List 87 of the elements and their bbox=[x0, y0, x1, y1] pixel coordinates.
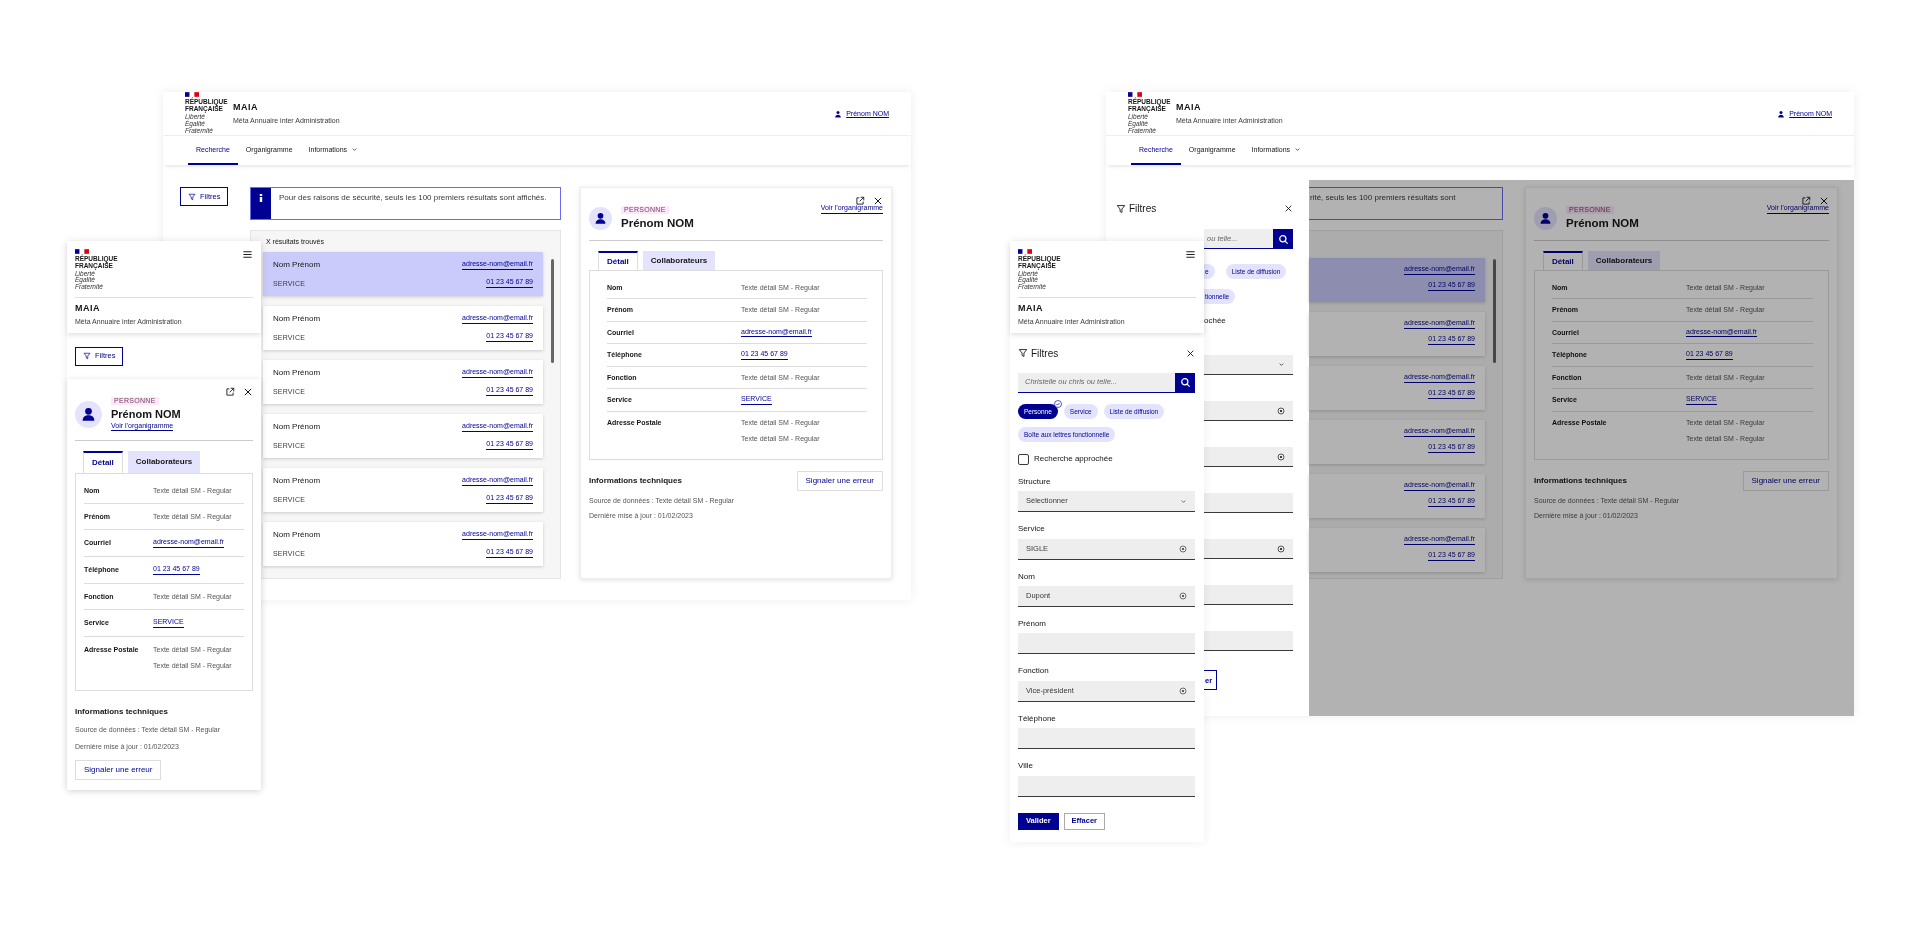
close-icon[interactable] bbox=[1186, 348, 1195, 358]
search-button[interactable] bbox=[1175, 372, 1195, 393]
search-button[interactable] bbox=[1273, 229, 1293, 249]
clear-icon[interactable] bbox=[1277, 406, 1285, 415]
user-icon bbox=[1777, 109, 1786, 118]
checkbox[interactable] bbox=[1018, 453, 1029, 465]
close-icon[interactable] bbox=[873, 196, 883, 206]
section-title: Informations techniques bbox=[1534, 476, 1627, 487]
chevron-icon bbox=[1278, 361, 1285, 369]
scrollbar[interactable] bbox=[551, 259, 554, 363]
external-link-icon[interactable] bbox=[225, 386, 235, 397]
section-title: Informations techniques bbox=[75, 707, 169, 718]
chevron-icon bbox=[1180, 497, 1187, 505]
info-banner: rité, seuls les 100 premiers résultats sont bbox=[1309, 187, 1503, 220]
tab[interactable]: Détail bbox=[1543, 251, 1583, 271]
clear-icon[interactable] bbox=[1179, 544, 1187, 553]
panel-title: Filtres bbox=[1031, 346, 1059, 360]
person-name: Prénom NOM bbox=[621, 216, 694, 232]
checkbox-label: Recherche approchée bbox=[1034, 454, 1113, 465]
drawer-title: Filtres bbox=[1129, 202, 1157, 215]
app-name: MAIA bbox=[233, 102, 259, 114]
app-name: MAIA bbox=[75, 303, 101, 315]
report-button[interactable]: Signaler une erreur bbox=[1742, 471, 1829, 492]
tab[interactable]: Collaborateurs bbox=[1587, 251, 1661, 271]
external-link-icon[interactable] bbox=[855, 196, 865, 206]
avatar bbox=[75, 400, 102, 428]
caret-icon bbox=[351, 146, 359, 153]
field-label: Fonction bbox=[1018, 666, 1050, 677]
tab[interactable]: Détail bbox=[598, 251, 638, 271]
person-name: Nom Prénom bbox=[273, 260, 322, 271]
flag-icon bbox=[75, 249, 89, 254]
clear-icon[interactable] bbox=[1179, 592, 1187, 600]
menu-icon[interactable] bbox=[242, 249, 253, 260]
tab[interactable]: Collaborateurs bbox=[127, 451, 201, 474]
input-field[interactable] bbox=[1204, 631, 1293, 652]
person-name: Nom Prénom bbox=[273, 314, 322, 325]
field-label: Structure bbox=[1018, 476, 1052, 488]
input-field[interactable] bbox=[1018, 775, 1195, 797]
section-title: Informations techniques bbox=[589, 476, 682, 487]
person-name: Nom Prénom bbox=[273, 476, 322, 487]
app-name: MAIA bbox=[1018, 303, 1044, 315]
field-label: Service bbox=[1018, 524, 1046, 535]
input-field[interactable] bbox=[1204, 401, 1293, 422]
close-icon[interactable] bbox=[1284, 204, 1293, 213]
field-label: Prénom bbox=[1018, 619, 1047, 630]
scrollbar[interactable] bbox=[1493, 259, 1496, 363]
menu-icon[interactable] bbox=[1185, 249, 1196, 260]
avatar bbox=[589, 207, 612, 231]
external-link-icon[interactable] bbox=[1801, 196, 1811, 206]
person-name: Prénom NOM bbox=[1566, 216, 1639, 232]
check-icon bbox=[1053, 399, 1062, 408]
caret-icon bbox=[1294, 146, 1302, 153]
search-icon bbox=[1179, 377, 1191, 389]
input-field[interactable] bbox=[1018, 633, 1195, 655]
input-field[interactable] bbox=[1204, 493, 1293, 514]
report-button[interactable]: Signaler une erreur bbox=[75, 759, 162, 780]
clear-icon[interactable] bbox=[1277, 544, 1285, 553]
tab[interactable]: Détail bbox=[83, 451, 123, 474]
input-field[interactable] bbox=[1204, 585, 1293, 606]
select-field[interactable] bbox=[1204, 355, 1293, 376]
flag-icon bbox=[1018, 249, 1032, 254]
input-field[interactable] bbox=[1204, 539, 1293, 560]
input-field[interactable] bbox=[1204, 447, 1293, 468]
close-icon[interactable] bbox=[1819, 196, 1829, 206]
person-name: Prénom NOM bbox=[111, 407, 181, 422]
person-name: Nom Prénom bbox=[273, 368, 322, 379]
tab[interactable]: Collaborateurs bbox=[642, 251, 716, 271]
app-name: MAIA bbox=[1176, 102, 1202, 114]
person-name: Nom Prénom bbox=[273, 530, 322, 541]
field-label: Nom bbox=[1018, 571, 1036, 582]
user-icon bbox=[834, 109, 843, 118]
report-button[interactable]: Signaler une erreur bbox=[796, 471, 883, 492]
filter-icon bbox=[1018, 348, 1028, 359]
checkbox-label: ochée bbox=[1204, 316, 1227, 327]
clear-icon[interactable] bbox=[1179, 686, 1187, 695]
banner-text: Pour des raisons de sécurité, seuls les 100 premiers résultats sont affichés. bbox=[278, 192, 548, 204]
input-field[interactable] bbox=[1018, 728, 1195, 750]
avatar bbox=[1534, 207, 1557, 231]
close-icon[interactable] bbox=[243, 386, 253, 397]
person-name: Nom Prénom bbox=[273, 422, 322, 433]
filter-icon bbox=[1116, 203, 1126, 214]
field-label: Ville bbox=[1018, 761, 1034, 772]
filter-icon bbox=[83, 352, 91, 361]
filter-icon bbox=[188, 192, 196, 201]
clear-icon[interactable] bbox=[1277, 452, 1285, 461]
search-icon bbox=[1277, 233, 1289, 245]
field-label: Téléphone bbox=[1018, 713, 1057, 725]
